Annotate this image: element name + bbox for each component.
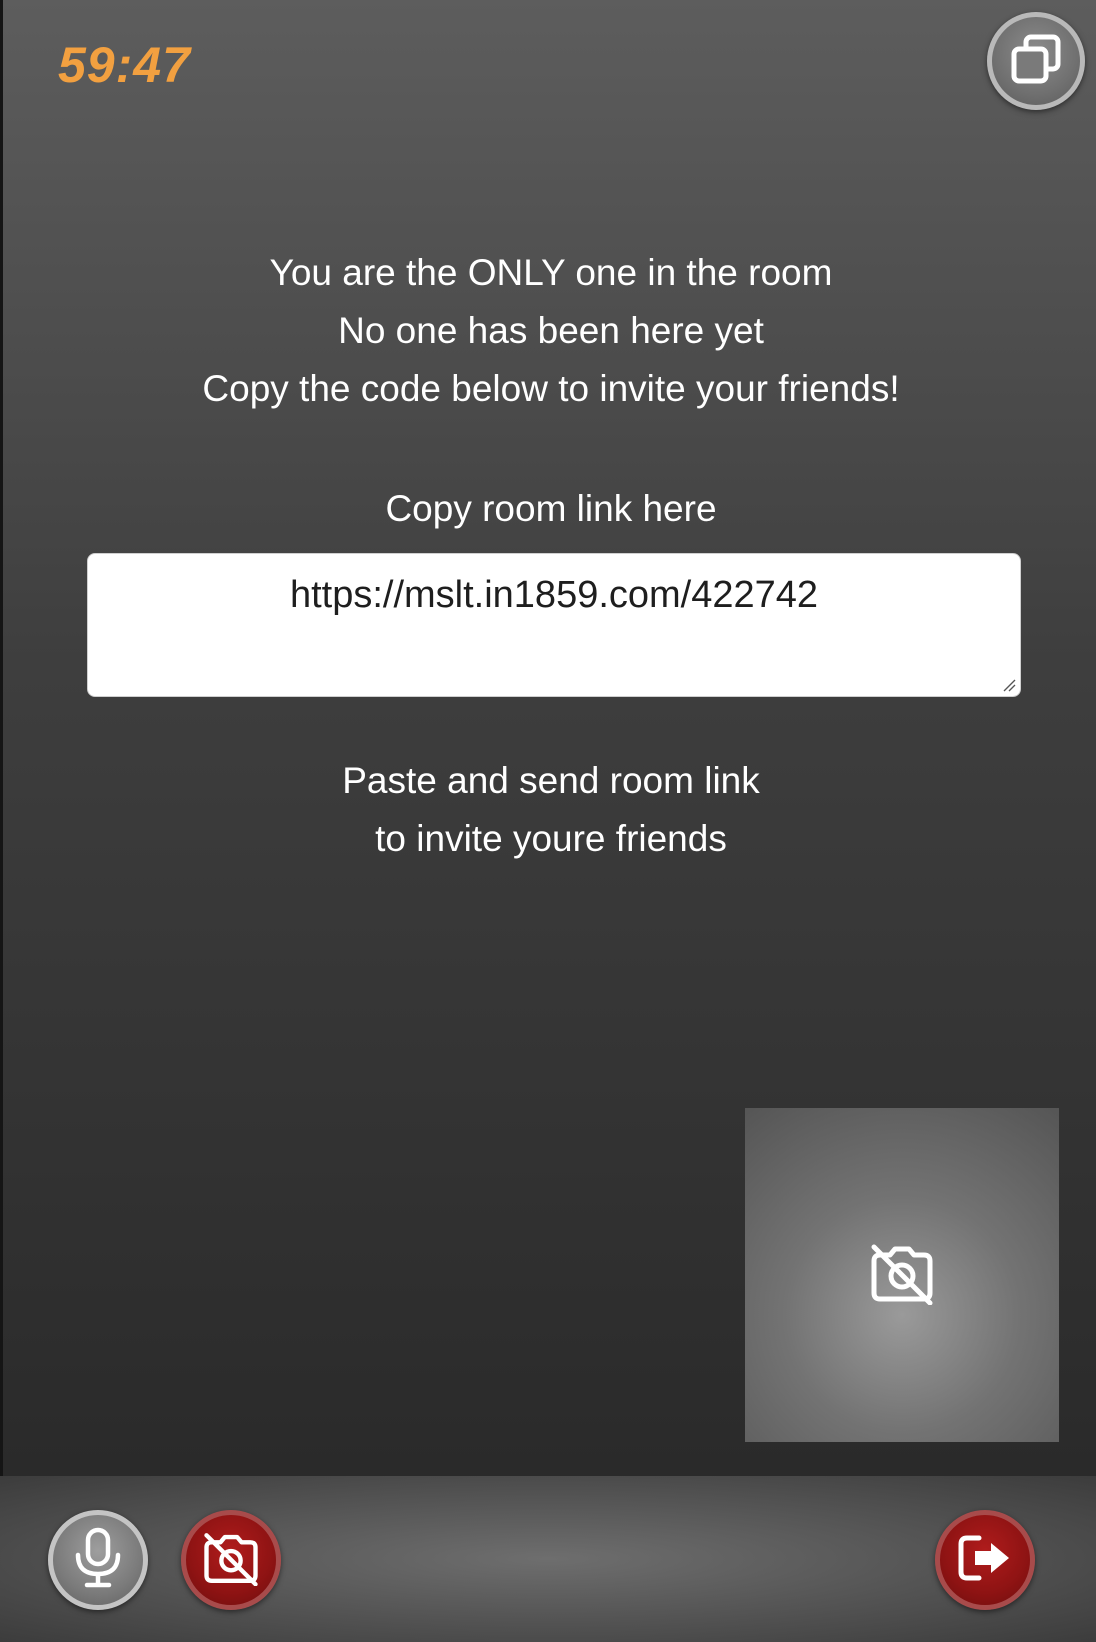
paste-hint: Paste and send room link to invite youre… [3,752,1096,868]
paste-hint-line-2: to invite youre friends [375,818,727,859]
status-line-2: No one has been here yet [338,310,764,351]
status-line-3: Copy the code below to invite your frien… [202,368,900,409]
room-status-message: You are the ONLY one in the room No one … [3,244,1096,418]
microphone-toggle-button[interactable] [48,1510,148,1610]
leave-room-icon [957,1534,1013,1587]
call-controls-toolbar [0,1476,1096,1642]
camera-toggle-button[interactable] [181,1510,281,1610]
microphone-icon [72,1527,124,1594]
status-line-1: You are the ONLY one in the room [269,252,833,293]
camera-off-icon [201,1530,261,1591]
room-link-textarea[interactable]: https://mslt.in1859.com/422742 [87,553,1021,697]
copy-link-label: Copy room link here [385,488,717,529]
room-link-value[interactable]: https://mslt.in1859.com/422742 [88,574,1020,617]
call-timer: 59:47 [58,37,191,93]
pip-toggle-button[interactable] [987,12,1085,110]
pip-toggle-icon [1008,31,1064,92]
leave-room-button[interactable] [935,1510,1035,1610]
call-screen: 59:47 You are the ONLY one in the room N… [0,0,1096,1476]
resize-grip-icon[interactable] [1002,678,1016,692]
paste-hint-line-1: Paste and send room link [342,760,760,801]
self-video-preview[interactable] [745,1108,1059,1442]
camera-off-icon [868,1241,936,1310]
